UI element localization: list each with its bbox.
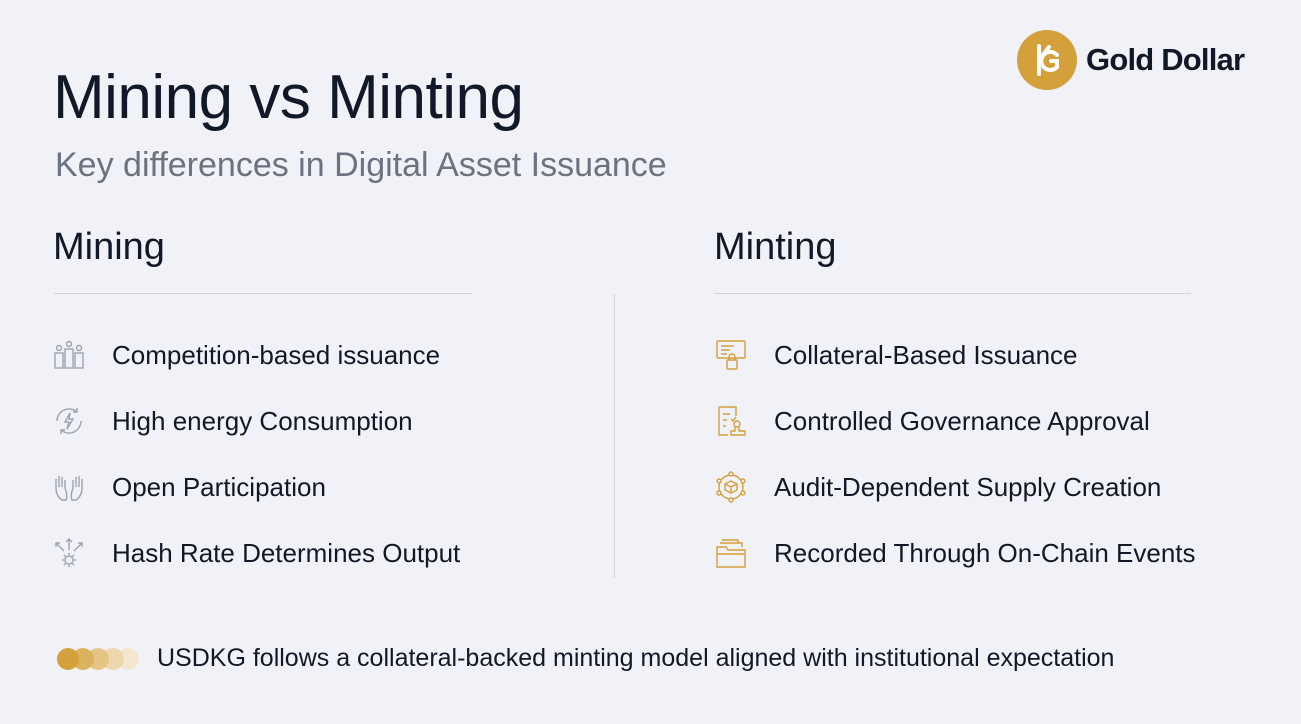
mining-item-label: Hash Rate Determines Output [112,537,461,568]
mining-item-label: Competition-based issuance [112,339,441,370]
list-item: Audit-Dependent Supply Creation [713,454,1196,520]
people-group-icon [51,337,87,373]
column-divider [614,294,615,578]
list-item: Hash Rate Determines Output [51,520,460,586]
dot [57,647,79,670]
footer-text: USDKG follows a collateral-backed mintin… [157,644,1115,672]
list-item: Open Participation [51,454,460,520]
minting-item-label: Audit-Dependent Supply Creation [774,471,1162,502]
collateral-lock-icon [713,337,749,373]
list-item: Controlled Governance Approval [713,388,1196,454]
mining-heading: Mining [53,226,165,268]
mining-divider [54,293,472,294]
page-title: Mining vs Minting [53,63,524,132]
raised-hands-icon [51,469,87,505]
mining-list: Competition-based issuance High energy C… [51,322,460,586]
minting-item-label: Collateral-Based Issuance [774,339,1078,370]
energy-bolt-icon [51,403,87,439]
minting-list: Collateral-Based Issuance Controlled Gov… [713,322,1196,586]
ledger-folder-icon [713,535,749,571]
audit-network-icon [713,469,749,505]
list-item: Collateral-Based Issuance [713,322,1196,388]
mining-item-label: High energy Consumption [112,405,413,436]
minting-item-label: Controlled Governance Approval [774,405,1150,436]
progress-dots-icon [57,647,139,671]
mining-item-label: Open Participation [112,471,326,502]
brand-logo: Gold Dollar [1017,30,1245,90]
minting-divider [714,293,1191,294]
brand-name: Gold Dollar [1086,42,1245,77]
minting-heading: Minting [714,226,837,268]
list-item: Recorded Through On-Chain Events [713,520,1196,586]
list-item: Competition-based issuance [51,322,460,388]
page-subtitle: Key differences in Digital Asset Issuanc… [55,146,667,184]
minting-item-label: Recorded Through On-Chain Events [774,537,1196,568]
hash-gear-icon [51,535,87,571]
gold-dollar-logo-icon [1017,30,1077,90]
list-item: High energy Consumption [51,388,460,454]
approval-document-icon [713,403,749,439]
footer-note: USDKG follows a collateral-backed mintin… [57,644,1114,673]
